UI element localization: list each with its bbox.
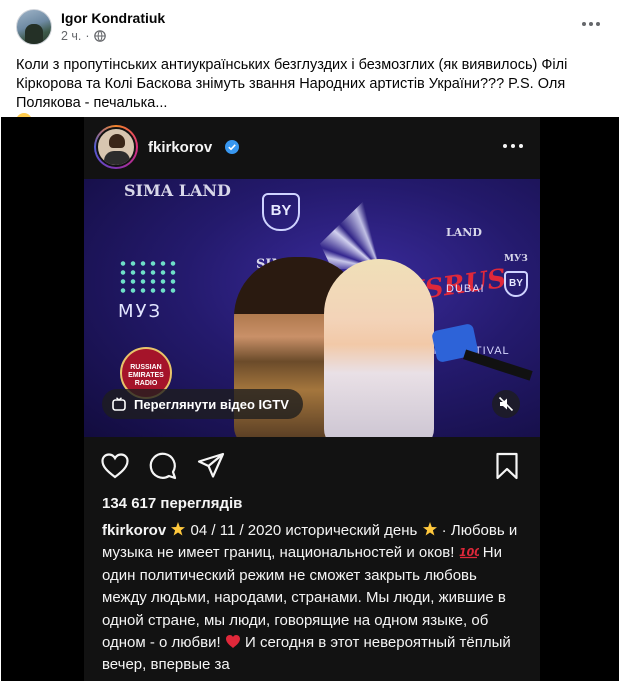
crown-headpiece xyxy=(320,185,440,269)
glowing-star-icon xyxy=(171,522,186,536)
author-name[interactable]: Igor Kondratiuk xyxy=(61,10,165,26)
speaker-muted-icon xyxy=(498,396,514,412)
meta-separator: · xyxy=(85,29,90,43)
verified-badge-icon xyxy=(225,140,239,154)
microphone xyxy=(431,322,479,364)
instagram-caption: fkirkorov 04 / 11 / 2020 исторический де… xyxy=(102,520,522,677)
dot-icon xyxy=(582,22,586,26)
caption-separator: · xyxy=(441,522,447,539)
globe-icon xyxy=(93,30,106,42)
post-message: Коли з пропутінських антиукраїнських без… xyxy=(16,57,568,111)
post-options-button[interactable] xyxy=(580,14,602,34)
instagram-media: SIMA LAND BY МУЗ RUSSIAN EMIRATES RADIO … xyxy=(84,179,540,437)
muz-logo-dots xyxy=(118,259,178,295)
shared-image[interactable]: fkirkorov SIMA LAND BY МУЗ RUSSIAN EMIRA… xyxy=(1,117,619,681)
comment-icon xyxy=(149,452,177,480)
caption-text: 04 / 11 / 2020 исторический день xyxy=(190,522,418,539)
caption-username: fkirkorov xyxy=(102,522,167,539)
bookmark-icon xyxy=(496,452,518,480)
instagram-username: fkirkorov xyxy=(148,139,213,156)
heart-icon xyxy=(101,453,129,479)
backdrop-logo: BY xyxy=(504,271,528,297)
instagram-avatar xyxy=(94,125,138,169)
share-icon xyxy=(197,452,225,478)
mute-button[interactable] xyxy=(492,390,520,418)
post-header: Igor Kondratiuk 2 ч. · xyxy=(0,0,620,50)
red-heart-icon xyxy=(225,635,240,649)
igtv-button[interactable]: Переглянути відео IGTV xyxy=(102,389,303,419)
view-count: 134 617 переглядів xyxy=(102,495,243,512)
person-figure xyxy=(324,259,434,437)
instagram-more-icon xyxy=(503,144,523,148)
glowing-star-icon xyxy=(422,522,437,536)
hundred-points-icon: 100 xyxy=(459,546,479,559)
post-meta: 2 ч. · xyxy=(61,29,106,43)
post-time[interactable]: 2 ч. xyxy=(61,29,81,43)
backdrop-logo: DUBAI xyxy=(446,283,485,295)
backdrop-logo: МУЗ xyxy=(504,254,528,264)
igtv-icon xyxy=(112,397,126,411)
backdrop-logo: BY xyxy=(262,193,300,231)
instagram-post: fkirkorov SIMA LAND BY МУЗ RUSSIAN EMIRA… xyxy=(84,117,540,681)
dot-icon xyxy=(589,22,593,26)
backdrop-logo: SIMA LAND xyxy=(124,181,231,200)
instagram-actions xyxy=(84,447,540,487)
author-avatar[interactable] xyxy=(16,9,52,45)
dot-icon xyxy=(596,22,600,26)
backdrop-logo: LAND xyxy=(446,226,482,239)
igtv-label: Переглянути відео IGTV xyxy=(134,396,289,412)
backdrop-logo: МУЗ xyxy=(118,301,163,322)
